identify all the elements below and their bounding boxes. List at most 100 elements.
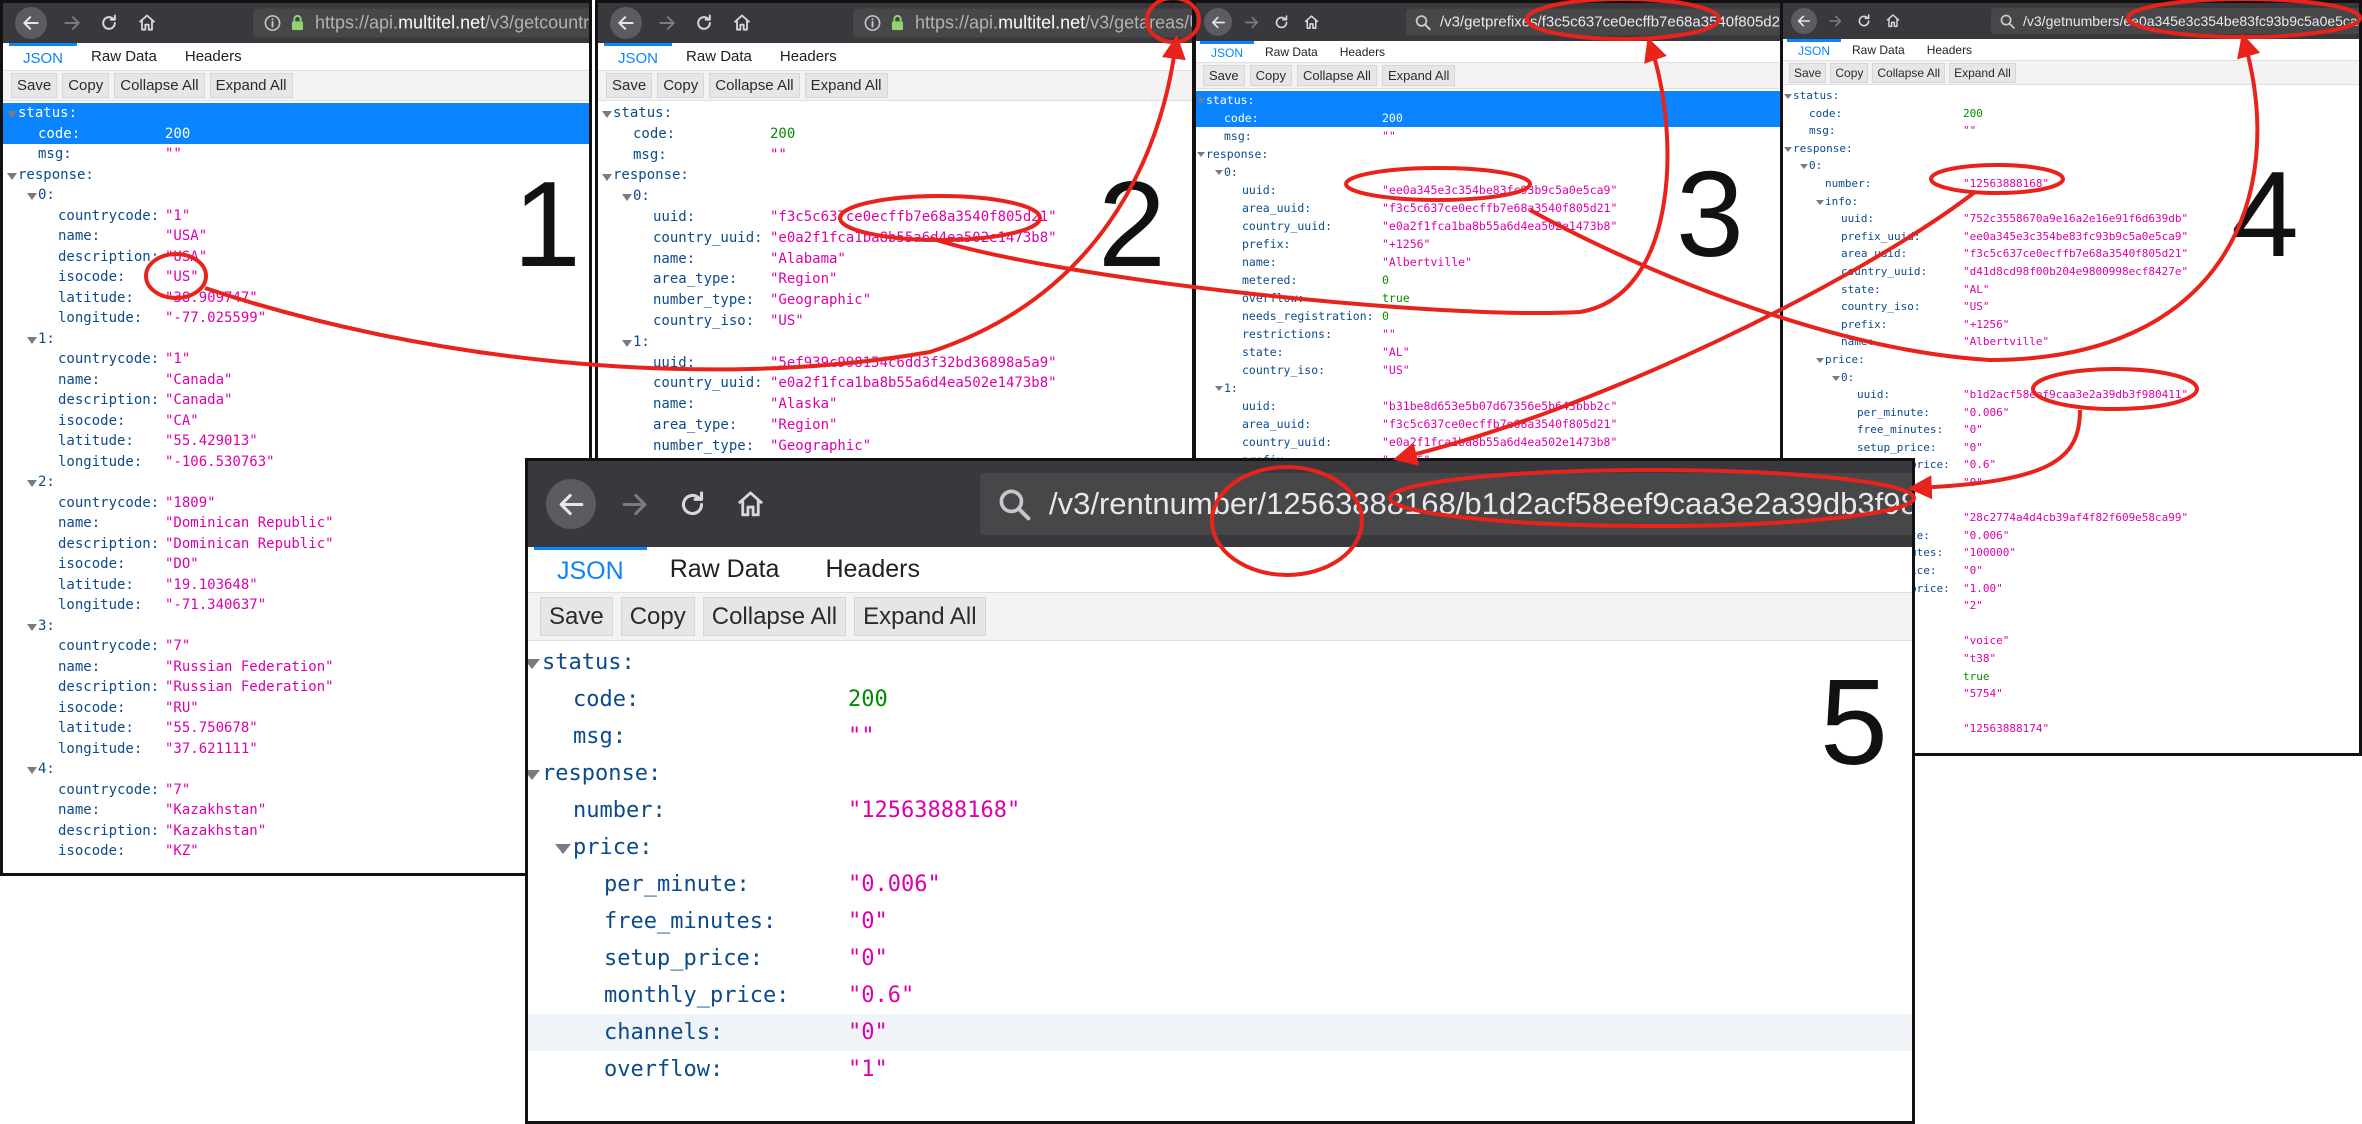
expand-toggle-icon[interactable] xyxy=(1784,146,1793,152)
json-row[interactable]: longitude: "-106.530763" xyxy=(3,452,589,473)
tab-raw-data[interactable]: Raw Data xyxy=(647,547,803,592)
site-info-icon[interactable] xyxy=(263,14,282,33)
expand-toggle-icon[interactable] xyxy=(27,767,37,774)
json-row[interactable]: latitude: "19.103648" xyxy=(3,575,589,596)
expand-toggle-icon[interactable] xyxy=(528,769,541,780)
expand-toggle-icon[interactable] xyxy=(1197,152,1206,158)
save-button[interactable]: Save xyxy=(1789,62,1827,83)
expand-all-button[interactable]: Expand All xyxy=(1949,62,2016,83)
tab-raw-data[interactable]: Raw Data xyxy=(672,43,766,70)
json-row[interactable]: country_uuid: "e0a2f1fca1ba8b55a6d4ea502e… xyxy=(598,373,1192,394)
json-row[interactable]: isocode: "CA" xyxy=(3,411,589,432)
tab-json[interactable]: JSON xyxy=(1200,41,1255,62)
expand-toggle-icon[interactable] xyxy=(7,111,17,118)
json-row[interactable]: country_uuid: "e0a2f1fca1ba8b55a6d4ea502e… xyxy=(1196,433,1780,451)
json-row[interactable]: 0: xyxy=(3,185,589,206)
forward-button[interactable] xyxy=(1240,8,1262,36)
json-row[interactable]: number_type: "Geographic" xyxy=(598,436,1192,457)
expand-toggle-icon[interactable] xyxy=(27,480,37,487)
address-bar[interactable]: /v3/rentnumber/12563888168/b1d2acf58eef9… xyxy=(980,473,1912,535)
home-button[interactable] xyxy=(1301,8,1323,36)
tab-headers[interactable]: Headers xyxy=(766,43,851,70)
json-row[interactable]: 3: xyxy=(3,616,589,637)
expand-all-button[interactable]: Expand All xyxy=(1381,65,1456,86)
copy-button[interactable]: Copy xyxy=(620,597,695,636)
json-row[interactable]: msg: "" xyxy=(1196,127,1780,145)
json-row[interactable]: 1: xyxy=(3,329,589,350)
json-row[interactable]: status: xyxy=(1196,91,1780,109)
json-row[interactable]: latitude: "38.909747" xyxy=(3,288,589,309)
json-row[interactable]: latitude: "55.750678" xyxy=(3,718,589,739)
json-row[interactable]: isocode: "US" xyxy=(3,267,589,288)
json-row[interactable]: status: xyxy=(528,644,1912,681)
json-row[interactable]: 4: xyxy=(3,759,589,780)
json-row[interactable]: longitude: "37.621111" xyxy=(3,739,589,760)
json-row[interactable]: name: "Canada" xyxy=(3,370,589,391)
json-row[interactable]: response: xyxy=(3,165,589,186)
expand-all-button[interactable]: Expand All xyxy=(209,73,293,98)
address-bar[interactable]: https://api.multitel.net/v3/getareas/US xyxy=(853,8,1192,38)
json-row[interactable]: 1: xyxy=(598,332,1192,353)
json-row[interactable]: number: "12563888168" xyxy=(528,792,1912,829)
back-button[interactable] xyxy=(1791,8,1817,34)
json-row[interactable]: msg: "" xyxy=(3,144,589,165)
json-row[interactable]: area_uuid: "f3c5c637ce0ecffb7e68a3540f805… xyxy=(1196,415,1780,433)
expand-toggle-icon[interactable] xyxy=(602,111,612,119)
json-row[interactable]: country_iso: "US" xyxy=(1783,298,2359,316)
tab-json[interactable]: JSON xyxy=(534,547,647,592)
json-row[interactable]: description: "Russian Federation" xyxy=(3,677,589,698)
json-row[interactable]: price: xyxy=(1783,351,2359,369)
expand-toggle-icon[interactable] xyxy=(528,658,541,669)
expand-toggle-icon[interactable] xyxy=(1816,199,1825,205)
save-button[interactable]: Save xyxy=(606,73,653,98)
copy-button[interactable]: Copy xyxy=(657,73,705,98)
expand-toggle-icon[interactable] xyxy=(602,173,612,181)
json-row[interactable]: uuid: "b1d2acf58eef9caa3e2a39db3f980411" xyxy=(1783,386,2359,404)
json-row[interactable]: price: xyxy=(528,829,1912,866)
expand-toggle-icon[interactable] xyxy=(1784,94,1793,99)
address-bar[interactable]: /v3/getprefixes/f3c5c637ce0ecffb7e68a354… xyxy=(1406,8,1780,36)
json-row[interactable]: needs_registration: 0 xyxy=(1196,307,1780,325)
json-row[interactable]: isocode: "RU" xyxy=(3,698,589,719)
save-button[interactable]: Save xyxy=(540,597,613,636)
json-row[interactable]: isocode: "KZ" xyxy=(3,841,589,862)
reload-button[interactable] xyxy=(692,7,718,39)
json-row[interactable]: description: "Canada" xyxy=(3,390,589,411)
address-bar[interactable]: https://api.multitel.net/v3/getcountries xyxy=(253,8,589,38)
json-row[interactable]: free_minutes: "0" xyxy=(1783,421,2359,439)
expand-toggle-icon[interactable] xyxy=(1215,386,1224,392)
collapse-all-button[interactable]: Collapse All xyxy=(1872,62,1946,83)
json-row[interactable]: state: "AL" xyxy=(1196,343,1780,361)
json-row[interactable]: 1: xyxy=(1196,379,1780,397)
reload-button[interactable] xyxy=(1270,8,1292,36)
json-row[interactable]: restrictions: "" xyxy=(1196,325,1780,343)
collapse-all-button[interactable]: Collapse All xyxy=(702,597,847,636)
json-row[interactable]: per_minute: "0.006" xyxy=(1783,404,2359,422)
tab-headers[interactable]: Headers xyxy=(802,547,943,592)
json-row[interactable]: prefix: "+1256" xyxy=(1783,316,2359,334)
site-info-icon[interactable] xyxy=(863,14,882,33)
json-row[interactable]: code: 200 xyxy=(598,124,1192,145)
home-button[interactable] xyxy=(730,479,770,529)
json-row[interactable]: uuid: "5ef939c998154c6dd3f32bd36898a5a9" xyxy=(598,353,1192,374)
json-row[interactable]: name: "Albertville" xyxy=(1783,333,2359,351)
tab-json[interactable]: JSON xyxy=(604,43,673,70)
json-row[interactable]: status: xyxy=(1783,87,2359,105)
tab-headers[interactable]: Headers xyxy=(171,43,256,70)
json-row[interactable]: setup_price: "0" xyxy=(1783,439,2359,457)
expand-toggle-icon[interactable] xyxy=(27,623,37,631)
json-row[interactable]: 0: xyxy=(1783,369,2359,387)
tab-headers[interactable]: Headers xyxy=(1329,41,1396,62)
json-row[interactable]: countrycode: "1809" xyxy=(3,493,589,514)
json-row[interactable]: status: xyxy=(598,103,1192,124)
home-button[interactable] xyxy=(134,7,160,39)
forward-button[interactable] xyxy=(59,7,85,39)
address-bar[interactable]: /v3/getnumbers/ee0a345e3c354be83fc93b9c5… xyxy=(1991,8,2359,34)
expand-toggle-icon[interactable] xyxy=(1800,164,1809,170)
forward-button[interactable] xyxy=(1825,8,1846,34)
json-row[interactable]: uuid: "b31be8d653e5b07d67356e5b643bbb2c" xyxy=(1196,397,1780,415)
reload-button[interactable] xyxy=(672,479,712,529)
json-row[interactable]: description: "USA" xyxy=(3,247,589,268)
expand-toggle-icon[interactable] xyxy=(1816,357,1825,363)
json-row[interactable]: setup_price: "0" xyxy=(528,940,1912,977)
